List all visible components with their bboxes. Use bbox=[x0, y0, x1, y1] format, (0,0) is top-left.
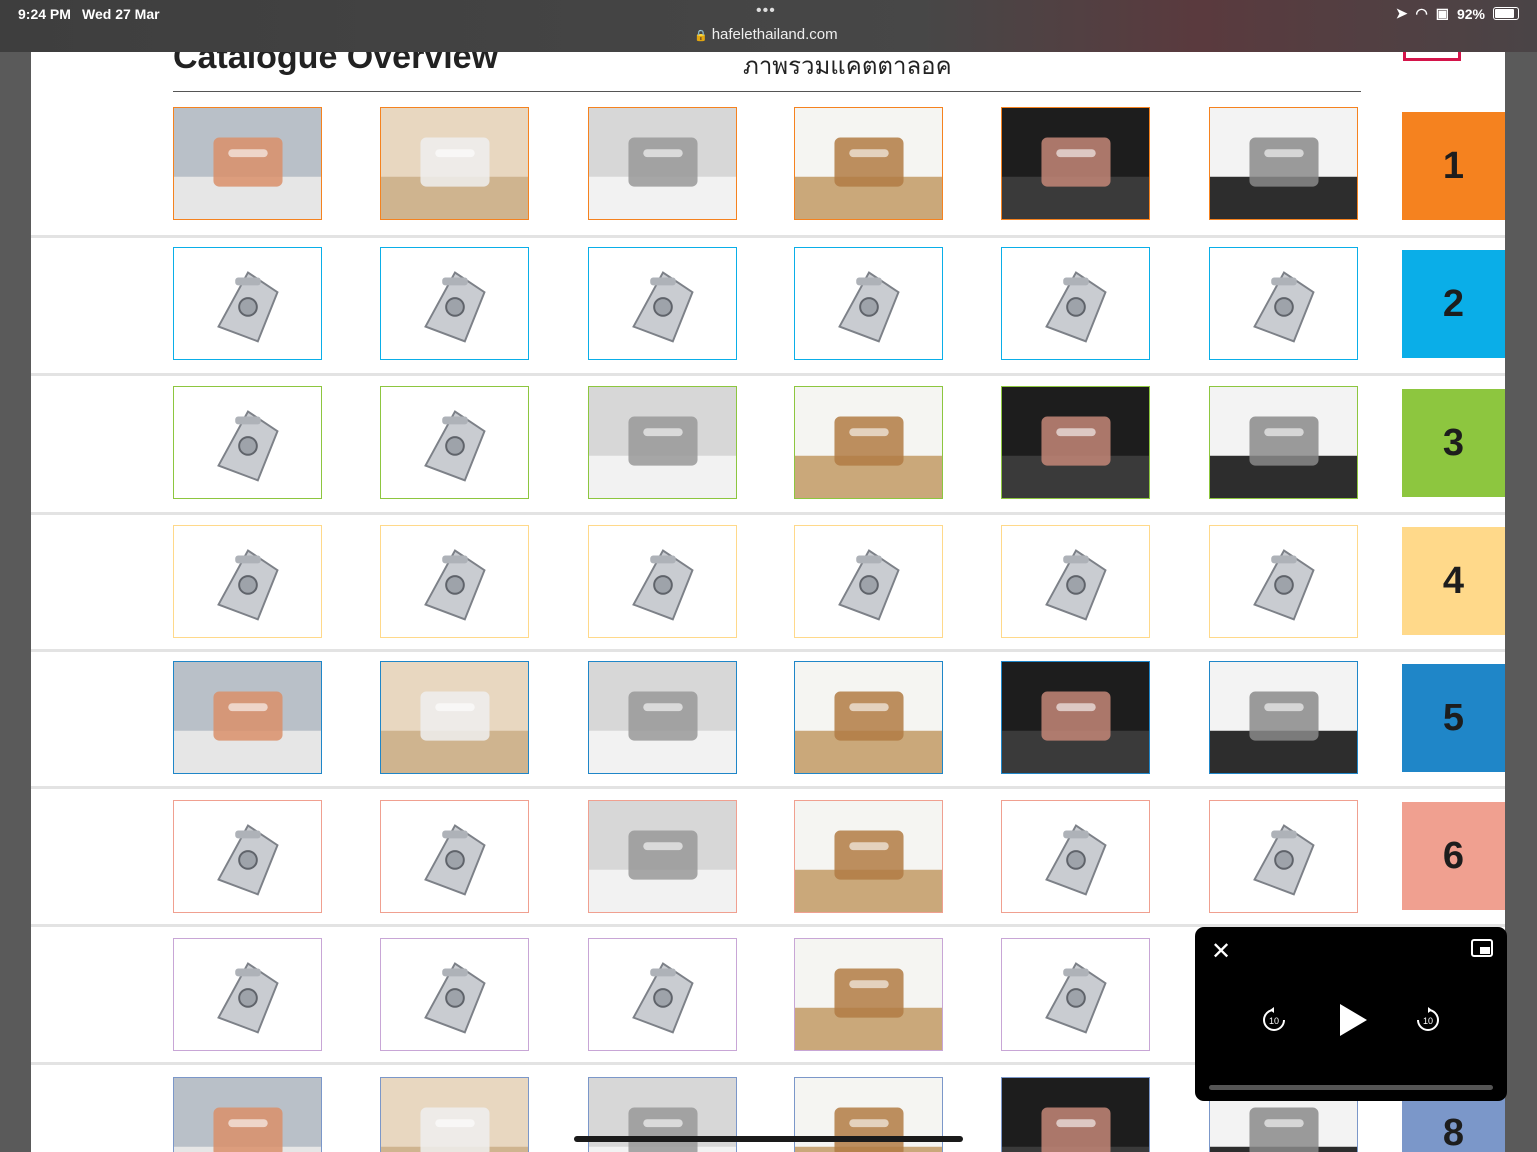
product-thumb-flap-stay[interactable] bbox=[1001, 386, 1150, 499]
svg-text:10: 10 bbox=[1423, 1016, 1433, 1026]
product-thumb-square-knob[interactable] bbox=[173, 107, 322, 220]
row-divider bbox=[31, 649, 1505, 652]
product-thumb-tambour-door[interactable] bbox=[1001, 1077, 1150, 1152]
product-thumb-glass-shelf-clamp[interactable] bbox=[1001, 247, 1150, 360]
product-thumb-kitchen-storage[interactable] bbox=[380, 1077, 529, 1152]
location-icon: ➤ bbox=[1395, 5, 1408, 21]
section-tab-1[interactable]: 1 bbox=[1402, 112, 1505, 220]
section-number: 5 bbox=[1442, 696, 1465, 739]
page-title-thai: ภาพรวมแคตตาลอค bbox=[743, 53, 952, 80]
product-thumb-cup-pull-handles[interactable] bbox=[794, 107, 943, 220]
section-tab-4[interactable]: 4 bbox=[1402, 527, 1505, 635]
product-thumb-panel-connector[interactable] bbox=[380, 247, 529, 360]
skip-forward-10-icon[interactable]: 10 bbox=[1415, 1007, 1441, 1033]
product-thumb-concealed-hinge[interactable] bbox=[380, 386, 529, 499]
product-thumb-concealed-runners[interactable] bbox=[173, 938, 322, 1051]
product-thumb-push-latch[interactable] bbox=[1001, 525, 1150, 638]
red-mark bbox=[1403, 52, 1461, 61]
skip-back-10-icon[interactable]: 10 bbox=[1261, 1007, 1287, 1033]
product-thumb-cooktop-tablet-stand[interactable] bbox=[794, 800, 943, 913]
lock-icon: 🔒 bbox=[694, 30, 708, 42]
product-thumb-hanging-bracket[interactable] bbox=[588, 247, 737, 360]
product-thumb-rod-lock[interactable] bbox=[173, 525, 322, 638]
address-bar[interactable]: 🔒 hafelethailand.com bbox=[694, 26, 838, 43]
product-thumb-cabinet-leveller[interactable] bbox=[1001, 661, 1150, 774]
multitasking-dots-icon[interactable]: ••• bbox=[756, 2, 776, 20]
svg-text:10: 10 bbox=[1269, 1016, 1279, 1026]
pip-video-player[interactable]: ✕ 10 10 bbox=[1195, 927, 1507, 1101]
product-thumb-butt-hinge[interactable] bbox=[173, 386, 322, 499]
product-thumb-under-cabinet-tv[interactable] bbox=[588, 800, 737, 913]
section-number: 1 bbox=[1442, 144, 1465, 187]
status-date: Wed 27 Mar bbox=[82, 6, 160, 22]
product-thumb-ball-bearing-runners[interactable] bbox=[380, 938, 529, 1051]
battery-icon bbox=[1493, 7, 1519, 20]
product-thumb-bronze-bow-handle[interactable] bbox=[1001, 107, 1150, 220]
play-icon[interactable] bbox=[1337, 1002, 1369, 1038]
section-number: 3 bbox=[1442, 421, 1465, 464]
close-icon[interactable]: ✕ bbox=[1211, 937, 1231, 966]
product-thumb-lifting-mechanism[interactable] bbox=[173, 800, 322, 913]
product-thumb-kitchen-sink[interactable] bbox=[794, 661, 943, 774]
product-thumb-cam-lock[interactable] bbox=[380, 525, 529, 638]
product-thumb-round-knobs[interactable] bbox=[588, 107, 737, 220]
product-thumb-shelf-bracket[interactable] bbox=[1209, 247, 1358, 360]
product-thumb-rail-hooks[interactable] bbox=[380, 661, 529, 774]
row-divider bbox=[31, 786, 1505, 789]
title-divider bbox=[173, 91, 1361, 92]
section-number: 6 bbox=[1442, 834, 1465, 877]
product-thumb-glass-door-hinge[interactable] bbox=[588, 386, 737, 499]
product-thumb-push-lock-keys[interactable] bbox=[588, 525, 737, 638]
wifi-icon: ◠ bbox=[1415, 5, 1428, 21]
section-tab-3[interactable]: 3 bbox=[1402, 389, 1505, 497]
car-icon: ▣ bbox=[1435, 5, 1449, 21]
section-tab-6[interactable]: 6 bbox=[1402, 802, 1505, 910]
section-number: 8 bbox=[1442, 1111, 1465, 1152]
row-divider bbox=[31, 373, 1505, 376]
product-thumb-folding-mechanism[interactable] bbox=[380, 800, 529, 913]
product-thumb-combination-lock[interactable] bbox=[794, 525, 943, 638]
section-number: 2 bbox=[1442, 282, 1465, 325]
status-bar: 9:24 PM Wed 27 Mar ••• 🔒 hafelethailand.c… bbox=[0, 0, 1537, 52]
product-thumb-kitchen-cabinetry[interactable] bbox=[1209, 661, 1358, 774]
section-number: 4 bbox=[1442, 559, 1465, 602]
page-title: Catalogue Overview bbox=[173, 52, 499, 76]
product-thumb-espagnolette-lock[interactable] bbox=[1209, 525, 1358, 638]
product-thumb-bed-connector[interactable] bbox=[173, 247, 322, 360]
product-thumb-lift-table[interactable] bbox=[1001, 800, 1150, 913]
product-thumb-lift-up-fitting[interactable] bbox=[794, 386, 943, 499]
section-tab-2[interactable]: 2 bbox=[1402, 250, 1505, 358]
product-thumb-chrome-bar-handle[interactable] bbox=[1209, 107, 1358, 220]
playback-progress-bar[interactable] bbox=[1209, 1085, 1493, 1090]
product-thumb-flap-fitting[interactable] bbox=[1209, 386, 1358, 499]
product-thumb-height-column[interactable] bbox=[1209, 800, 1358, 913]
expand-pip-icon[interactable] bbox=[1471, 939, 1493, 957]
row-divider bbox=[31, 512, 1505, 515]
url-text: hafelethailand.com bbox=[711, 26, 838, 43]
status-time: 9:24 PM bbox=[18, 6, 71, 22]
product-thumb-waste-bin-drawer[interactable] bbox=[588, 661, 737, 774]
product-thumb-shelf-support[interactable] bbox=[794, 247, 943, 360]
product-thumb-heavy-duty-runner[interactable] bbox=[1001, 938, 1150, 1051]
product-thumb-wardrobe-system[interactable] bbox=[173, 1077, 322, 1152]
battery-percent: 92% bbox=[1456, 5, 1485, 22]
product-thumb-recessed-handle[interactable] bbox=[380, 107, 529, 220]
section-tab-5[interactable]: 5 bbox=[1402, 664, 1505, 772]
home-indicator[interactable] bbox=[574, 1136, 963, 1142]
row-divider bbox=[31, 235, 1505, 238]
product-thumb-drawer-side[interactable] bbox=[588, 938, 737, 1051]
product-thumb-pull-out-larder[interactable] bbox=[173, 661, 322, 774]
product-thumb-drawer-box[interactable] bbox=[794, 938, 943, 1051]
